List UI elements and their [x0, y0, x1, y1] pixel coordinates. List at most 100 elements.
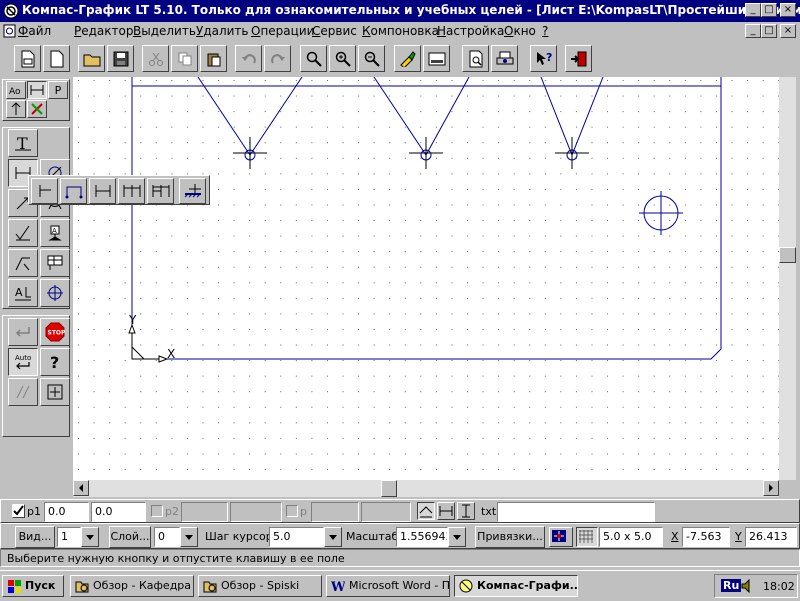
layer-button[interactable]: Слой... — [109, 526, 151, 548]
cascade-dim-button[interactable] — [147, 178, 174, 204]
menu-layout[interactable]: Компоновка — [362, 24, 439, 38]
speaker-icon[interactable] — [741, 579, 755, 593]
p1-x-field[interactable]: 0.0 — [44, 502, 89, 522]
cut-button[interactable] — [142, 45, 169, 72]
grid-toggle-button[interactable] — [576, 527, 598, 547]
auto-create-button[interactable]: Auto — [8, 348, 38, 376]
scale-select[interactable]: 1.556943 — [396, 527, 448, 547]
view-button[interactable]: Вид... — [15, 526, 55, 548]
show-all-button[interactable] — [423, 45, 450, 72]
vertical-scrollbar[interactable] — [779, 77, 796, 480]
snap-toggle-button[interactable] — [549, 527, 573, 547]
leader-button[interactable] — [8, 249, 38, 277]
menu-delete[interactable]: Удалить — [196, 24, 249, 38]
new-fragment-button[interactable] — [43, 45, 70, 72]
layer-dropdown-button[interactable] — [180, 527, 198, 547]
snaps-button[interactable]: Привязки... — [475, 526, 545, 548]
start-button[interactable]: Пуск — [2, 575, 64, 597]
task-explorer-spiski[interactable]: Обзор - Spiski — [198, 575, 322, 597]
zoom-window-button[interactable] — [300, 45, 327, 72]
close-button[interactable]: × — [780, 3, 796, 17]
tab-edit[interactable] — [6, 100, 26, 118]
minimize-button[interactable]: _ — [745, 3, 761, 17]
menu-help[interactable]: ? — [542, 24, 548, 38]
menu-editor[interactable]: Редактор — [74, 24, 133, 38]
enter-object-button[interactable] — [8, 318, 38, 346]
doc-minimize-button[interactable]: _ — [745, 24, 761, 38]
context-help-button[interactable]: ? — [530, 45, 557, 72]
baseline-dim-button[interactable] — [60, 178, 87, 204]
roughness-button[interactable] — [8, 219, 38, 247]
dim-text-button[interactable] — [457, 502, 475, 520]
linear-dim-button[interactable] — [89, 178, 116, 204]
menu-file[interactable]: Файл — [18, 24, 51, 38]
horizontal-scrollbar[interactable] — [73, 480, 779, 497]
p1-checkbox[interactable] — [12, 504, 25, 518]
zoom-in-button[interactable] — [329, 45, 356, 72]
grid-snap-icon — [47, 384, 63, 400]
dim-param-button-1[interactable] — [417, 502, 435, 520]
axis-y-label: Y — [128, 313, 137, 327]
menu-service[interactable]: Сервис — [312, 24, 357, 38]
step-select[interactable]: 5.0 — [269, 527, 324, 547]
dim-param-button-2[interactable] — [437, 502, 455, 520]
view-dropdown-button[interactable] — [81, 527, 99, 547]
menu-select[interactable]: Выделить — [133, 24, 196, 38]
shelf-dim-button[interactable] — [179, 178, 206, 204]
help-button[interactable]: ? — [40, 348, 70, 376]
parallel-snap-button[interactable] — [8, 378, 38, 406]
save-button[interactable] — [107, 45, 134, 72]
p2-checkbox[interactable] — [151, 505, 163, 517]
txt-field[interactable] — [497, 502, 655, 522]
exit-button[interactable] — [565, 45, 592, 72]
y-coordinate-field: 26.413 — [745, 527, 797, 547]
doc-close-button[interactable]: × — [780, 24, 796, 38]
text-tool-button[interactable]: T — [8, 129, 38, 157]
tab-geometry[interactable]: Ao — [6, 81, 26, 99]
menu-settings[interactable]: Настройка — [437, 24, 504, 38]
scroll-right-button[interactable] — [763, 480, 779, 496]
table-button[interactable] — [40, 249, 70, 277]
view-select[interactable]: 1 — [57, 527, 81, 547]
title-bar[interactable]: Компас-График LT 5.10. Только для ознако… — [0, 0, 800, 22]
tab-dimensions[interactable] — [27, 81, 47, 99]
tolerance-button[interactable]: A — [8, 279, 38, 307]
tab-measure[interactable] — [27, 100, 47, 118]
auto-enter-icon: Auto — [15, 354, 31, 370]
step-dropdown-button[interactable] — [324, 527, 342, 547]
center-mark-button[interactable] — [40, 279, 70, 307]
grid-snap-button[interactable] — [40, 378, 70, 406]
task-explorer-kafedra[interactable]: Обзор - Кафедра — [70, 575, 194, 597]
copy-button[interactable] — [171, 45, 198, 72]
doc-restore-button[interactable]: □ — [761, 24, 777, 38]
print-button[interactable] — [491, 45, 518, 72]
stop-button[interactable]: STOP — [40, 318, 70, 346]
redo-button[interactable] — [264, 45, 291, 72]
redraw-button[interactable] — [394, 45, 421, 72]
task-kompas[interactable]: Компас-Графи... — [454, 575, 578, 597]
undo-button[interactable] — [235, 45, 262, 72]
menu-operations[interactable]: Операции — [251, 24, 314, 38]
open-button[interactable] — [78, 45, 105, 72]
language-indicator[interactable]: Ru — [721, 579, 742, 592]
tab-text[interactable]: P — [48, 81, 68, 99]
zoom-out-button[interactable] — [358, 45, 385, 72]
task-word[interactable]: W Microsoft Word - П... — [326, 575, 450, 597]
menu-window[interactable]: Окно — [504, 24, 536, 38]
paste-button[interactable] — [200, 45, 227, 72]
layer-select[interactable]: 0 — [154, 527, 180, 547]
p1-y-field[interactable]: 0.0 — [91, 502, 146, 522]
print-preview-button[interactable] — [462, 45, 489, 72]
grid-size-field[interactable]: 5.0 x 5.0 — [599, 527, 663, 547]
new-sheet-button[interactable] — [14, 45, 41, 72]
datum-button[interactable]: A — [40, 219, 70, 247]
horizontal-scroll-thumb[interactable] — [381, 480, 397, 497]
scale-dropdown-button[interactable] — [448, 527, 466, 547]
chain-dim-button[interactable] — [118, 178, 145, 204]
vertical-scroll-thumb[interactable] — [779, 247, 796, 263]
maximize-button[interactable]: □ — [761, 3, 777, 17]
drawing-canvas[interactable]: Y X — [73, 77, 779, 480]
p-checkbox[interactable] — [286, 505, 298, 517]
horizontal-dim-button[interactable] — [31, 178, 58, 204]
scroll-left-button[interactable] — [73, 480, 89, 496]
